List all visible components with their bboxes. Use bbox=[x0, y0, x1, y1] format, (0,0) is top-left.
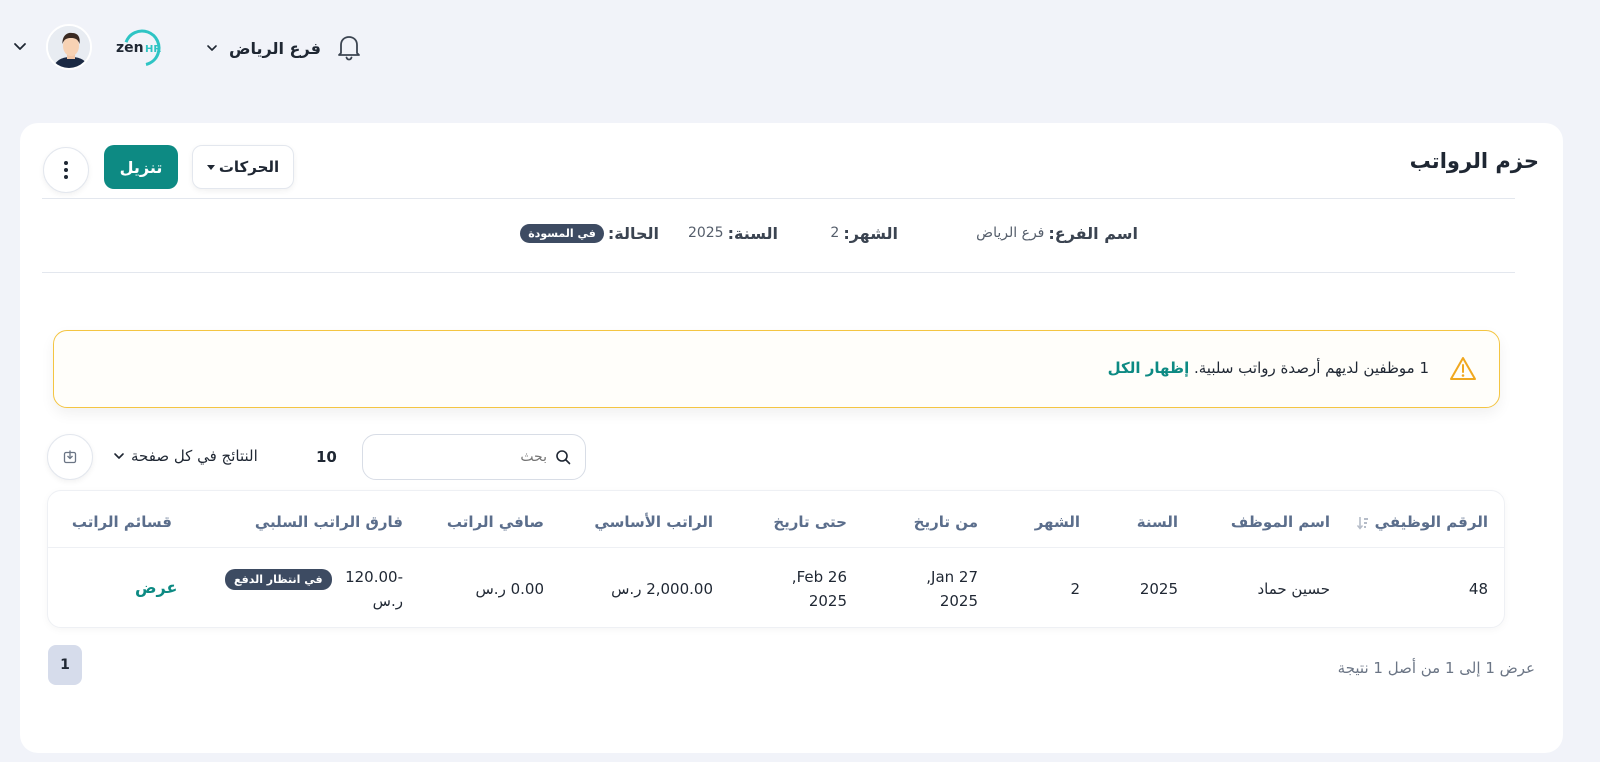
cell-from-date: Jan 27, 2025 bbox=[926, 565, 978, 613]
cell-month: 2 bbox=[1070, 580, 1080, 598]
header-label: الرقم الوظيفي bbox=[1374, 513, 1488, 531]
svg-text:HR: HR bbox=[145, 44, 161, 55]
to-date-line2: 2025 bbox=[808, 592, 847, 610]
negative-diff-currency: ر.س bbox=[372, 592, 403, 610]
svg-text:zen: zen bbox=[116, 40, 144, 56]
info-month: الشهر: 2 bbox=[830, 223, 898, 243]
to-date-line1: Feb 26, bbox=[791, 568, 847, 586]
search-input[interactable] bbox=[387, 449, 547, 465]
alert-text: 1 موظفين لديهم أرصدة رواتب سلبية. bbox=[1194, 359, 1429, 377]
avatar[interactable] bbox=[46, 24, 92, 70]
payroll-card: حزم الرواتب تنزيل الحركات اسم الفرع: فرع… bbox=[20, 123, 1563, 753]
zenhr-logo: zen HR bbox=[116, 29, 161, 67]
alert-message: 1 موظفين لديهم أرصدة رواتب سلبية. إظهار … bbox=[1108, 359, 1429, 377]
cell-employee-name: حسين حماد bbox=[1257, 580, 1330, 598]
warning-icon bbox=[1450, 357, 1476, 380]
info-year: السنة: 2025 bbox=[688, 223, 778, 243]
notification-bell-icon[interactable] bbox=[336, 32, 362, 62]
cell-negative-diff: -120.00 ر.س bbox=[345, 565, 403, 613]
info-branch-key: اسم الفرع: bbox=[1048, 223, 1138, 243]
cell-basic-salary: 2,000.00 ر.س bbox=[611, 580, 713, 598]
chevron-down-icon bbox=[114, 453, 124, 459]
actions-label: الحركات bbox=[218, 158, 280, 176]
branch-selector[interactable]: فرع الرياض bbox=[205, 36, 321, 60]
export-button[interactable] bbox=[47, 434, 93, 480]
cell-to-date: Feb 26, 2025 bbox=[792, 565, 847, 613]
info-month-value: 2 bbox=[830, 225, 840, 241]
per-page-value[interactable]: 10 bbox=[316, 448, 337, 466]
view-payslip-link[interactable]: عرض bbox=[135, 578, 177, 597]
export-icon bbox=[63, 450, 77, 464]
per-page-label: النتائج في كل صفحة bbox=[131, 447, 258, 465]
sort-icon[interactable] bbox=[1357, 516, 1369, 530]
info-month-key: الشهر: bbox=[843, 223, 898, 243]
header-from-date: من تاريخ bbox=[913, 513, 978, 531]
pending-payment-badge: في انتظار الدفع bbox=[225, 569, 332, 590]
divider bbox=[42, 272, 1515, 273]
divider bbox=[42, 198, 1515, 199]
negative-balance-alert: 1 موظفين لديهم أرصدة رواتب سلبية. إظهار … bbox=[53, 330, 1500, 408]
from-date-line1: Jan 27, bbox=[926, 568, 978, 586]
cell-net-salary: 0.00 ر.س bbox=[475, 580, 545, 598]
chevron-down-icon[interactable] bbox=[12, 38, 28, 54]
kebab-menu-icon bbox=[64, 161, 68, 179]
header-negative-diff: فارق الراتب السلبي bbox=[254, 513, 403, 531]
header-employee-no[interactable]: الرقم الوظيفي bbox=[1357, 513, 1488, 531]
results-summary: عرض 1 إلى 1 من أصل 1 نتيجة bbox=[1337, 659, 1535, 677]
chevron-down-icon bbox=[207, 45, 217, 51]
branch-label: فرع الرياض bbox=[229, 38, 321, 58]
info-branch: اسم الفرع: فرع الرياض bbox=[976, 223, 1138, 243]
search-icon bbox=[556, 450, 571, 465]
from-date-line2: 2025 bbox=[939, 592, 978, 610]
negative-diff-amount: -120.00 bbox=[345, 568, 403, 586]
divider bbox=[48, 547, 1504, 548]
top-bar: zen HR فرع الرياض bbox=[0, 0, 1600, 96]
header-to-date: حتى تاريخ bbox=[773, 513, 847, 531]
info-year-key: السنة: bbox=[727, 223, 778, 243]
pagination-page-1[interactable]: 1 bbox=[48, 645, 82, 685]
header-employee-name: اسم الموظف bbox=[1230, 513, 1330, 531]
cell-employee-no: 48 bbox=[1468, 580, 1488, 598]
page-title: حزم الرواتب bbox=[1409, 149, 1539, 173]
header-payslips: قسائم الراتب bbox=[71, 513, 172, 531]
per-page-selector[interactable]: النتائج في كل صفحة bbox=[113, 447, 258, 465]
info-status: الحالة: في المسودة bbox=[520, 223, 659, 243]
search-box[interactable] bbox=[362, 434, 586, 480]
header-net-salary: صافي الراتب bbox=[446, 513, 544, 531]
header-month: الشهر bbox=[1034, 513, 1080, 531]
show-all-link[interactable]: إظهار الكل bbox=[1108, 359, 1190, 377]
info-year-value: 2025 bbox=[687, 225, 724, 241]
payroll-table: الرقم الوظيفي اسم الموظف السنة الشهر من … bbox=[47, 490, 1505, 628]
more-options-button[interactable] bbox=[43, 147, 89, 193]
caret-down-icon bbox=[206, 164, 215, 170]
actions-dropdown[interactable]: الحركات bbox=[192, 145, 294, 189]
header-year: السنة bbox=[1136, 513, 1178, 531]
info-branch-value: فرع الرياض bbox=[976, 225, 1045, 241]
download-button[interactable]: تنزيل bbox=[104, 145, 178, 189]
cell-year: 2025 bbox=[1139, 580, 1178, 598]
status-badge: في المسودة bbox=[520, 223, 604, 243]
info-status-key: الحالة: bbox=[607, 223, 659, 243]
header-basic-salary: الراتب الأساسي bbox=[594, 513, 713, 531]
